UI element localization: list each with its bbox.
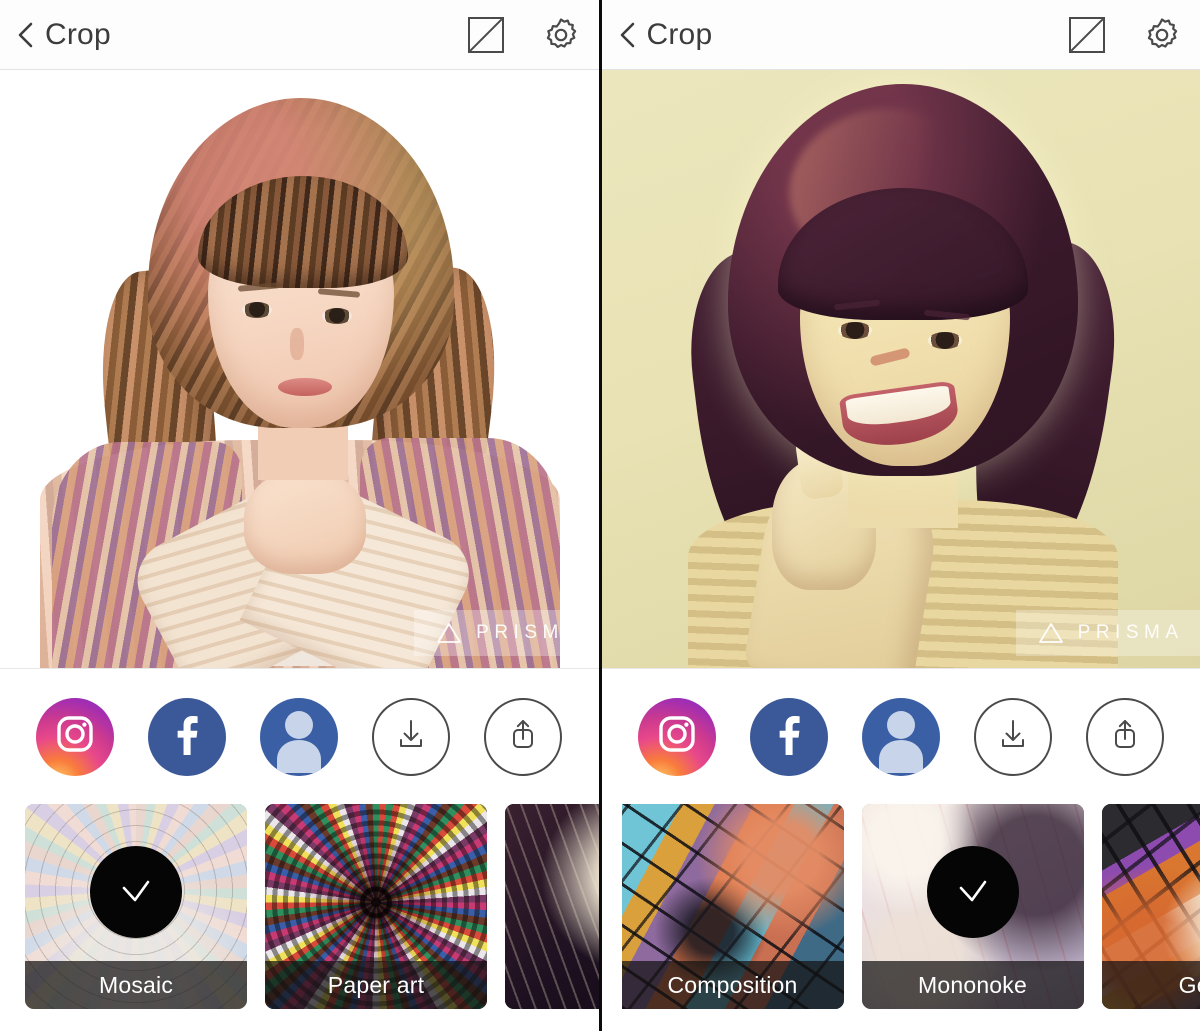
page-title-left: Crop [45, 17, 111, 51]
chevron-left-icon [616, 21, 638, 49]
instagram-share-button[interactable] [637, 697, 716, 776]
gear-icon[interactable] [541, 15, 581, 55]
gear-icon[interactable] [1142, 15, 1182, 55]
instagram-icon [654, 711, 700, 762]
filter-carousel-right[interactable]: Composition Mononoke Gothic [601, 804, 1200, 1031]
eye-left [837, 322, 872, 339]
eye-right [322, 308, 352, 324]
eye-left [242, 302, 272, 318]
share-button-row-left [0, 669, 599, 804]
prisma-watermark-text: PRISMA [1077, 622, 1184, 643]
share-button-row-right [601, 669, 1200, 804]
selected-check-badge [90, 846, 182, 938]
profile-icon [260, 698, 338, 776]
header-actions-left [467, 15, 581, 55]
filter-thumb-composition[interactable]: Composition [621, 804, 844, 1009]
phone-screen-left: Crop PRISMA Mosaic Paper art [0, 0, 599, 1031]
instagram-icon [52, 711, 98, 762]
app-header-left: Crop [0, 0, 599, 70]
filter-label-composition: Composition [621, 961, 844, 1009]
facebook-icon [767, 712, 811, 761]
filter-thumb-mononoke[interactable]: Mononoke [861, 804, 1084, 1009]
filter-thumb-paper-art[interactable]: Paper art [265, 804, 487, 1009]
share-icon [1107, 716, 1143, 757]
filter-label-gothic: Gothic [1101, 961, 1200, 1009]
phone-screen-right: Crop PRISMA Composition Mononoke G [598, 0, 1200, 1031]
download-icon [995, 716, 1031, 757]
header-actions-right [1068, 15, 1182, 55]
share-button[interactable] [484, 697, 563, 776]
facebook-share-button[interactable] [749, 697, 828, 776]
filtered-photo-right[interactable]: PRISMA [601, 70, 1200, 669]
app-header-right: Crop [601, 0, 1200, 70]
filter-label-mosaic: Mosaic [25, 961, 247, 1009]
square-diagonal-icon[interactable] [1068, 16, 1106, 54]
share-icon [505, 716, 541, 757]
eye-right [927, 332, 962, 349]
filter-thumb-gothic[interactable]: Gothic [1101, 804, 1200, 1009]
side-by-side-screenshots: Crop PRISMA Mosaic Paper art Crop PRISMA… [0, 0, 1200, 1031]
prisma-triangle-icon [436, 621, 462, 645]
photo-artwork-left [0, 70, 599, 668]
photo-artwork-right [601, 70, 1200, 668]
download-icon [393, 716, 429, 757]
back-button-right[interactable]: Crop [616, 18, 713, 52]
prisma-watermark-left: PRISMA [414, 610, 599, 656]
facebook-share-button[interactable] [148, 697, 227, 776]
instagram-share-button[interactable] [36, 697, 115, 776]
mouth-shape [278, 378, 332, 396]
prisma-watermark-text: PRISMA [476, 622, 582, 643]
filter-label-mononoke: Mononoke [861, 961, 1084, 1009]
prisma-watermark-right: PRISMA [1015, 610, 1200, 656]
profile-share-button[interactable] [861, 697, 940, 776]
back-button-left[interactable]: Crop [14, 18, 111, 52]
filter-preview-partial [505, 804, 599, 1009]
prisma-triangle-icon [1038, 621, 1064, 645]
profile-icon [862, 698, 940, 776]
filter-carousel-left[interactable]: Mosaic Paper art [0, 804, 599, 1031]
page-title-right: Crop [646, 17, 713, 51]
filter-thumb-partial[interactable] [505, 804, 599, 1009]
facebook-icon [165, 712, 209, 761]
nose-shape [290, 328, 304, 360]
filter-label-paper-art: Paper art [265, 961, 487, 1009]
hands-shape [244, 470, 366, 574]
filtered-photo-left[interactable]: PRISMA [0, 70, 599, 669]
filter-thumb-mosaic[interactable]: Mosaic [25, 804, 247, 1009]
download-button[interactable] [372, 697, 451, 776]
chevron-left-icon [14, 21, 36, 49]
download-button[interactable] [973, 697, 1052, 776]
profile-share-button[interactable] [260, 697, 339, 776]
selected-check-badge [926, 846, 1019, 938]
square-diagonal-icon[interactable] [467, 16, 505, 54]
share-button[interactable] [1085, 697, 1164, 776]
